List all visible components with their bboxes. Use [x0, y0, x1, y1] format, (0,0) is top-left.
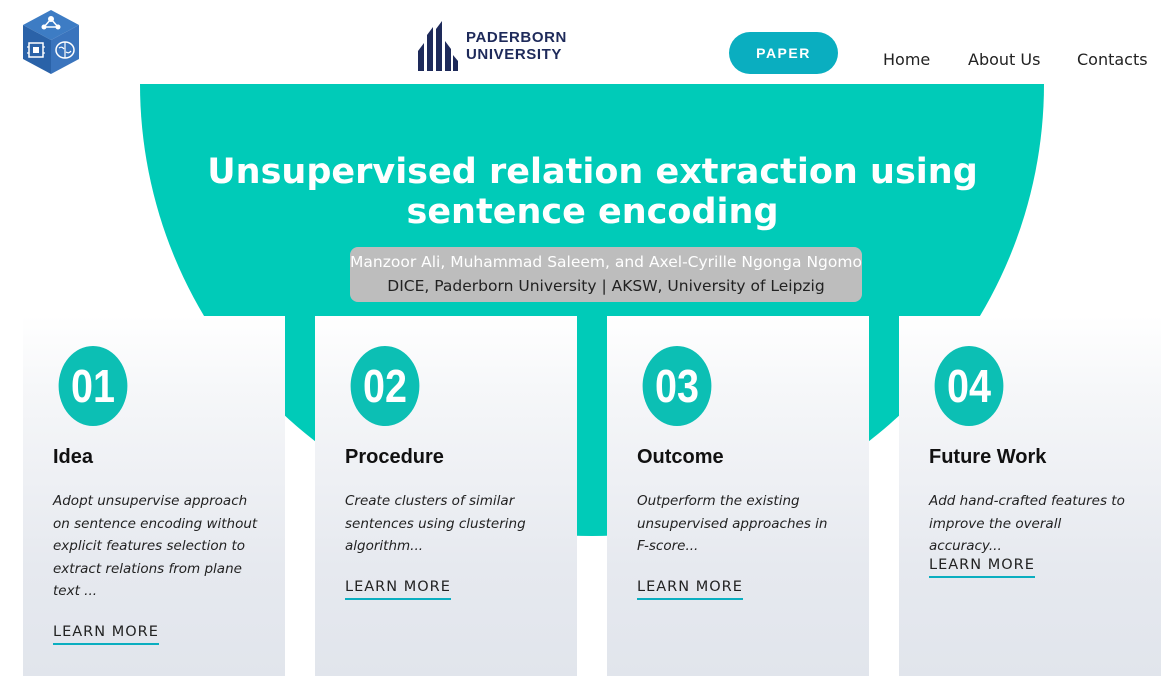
paper-button[interactable]: PAPER — [729, 32, 838, 74]
hero-title-line1: Unsupervised relation extraction using — [207, 152, 978, 192]
university-name: PADERBORN UNIVERSITY — [466, 29, 567, 63]
nav-contacts[interactable]: Contacts — [1077, 50, 1148, 69]
card-outcome: 03 Outcome Outperform the existing unsup… — [607, 316, 869, 676]
card-number-badge: 02 — [350, 346, 420, 426]
card-description: Outperform the existing unsupervised app… — [637, 493, 828, 554]
card-title: Future Work — [929, 446, 1047, 468]
hero-title: Unsupervised relation extraction using s… — [170, 152, 1015, 232]
card-description: Add hand-crafted features to improve the… — [929, 493, 1125, 554]
page: PADERBORN UNIVERSITY PAPER Home About Us… — [0, 0, 1175, 685]
university-emblem-icon — [418, 21, 458, 71]
learn-more-link[interactable]: LEARN MORE — [53, 624, 159, 645]
card-title: Outcome — [637, 446, 724, 468]
authors-box: Manzoor Ali, Muhammad Saleem, and Axel-C… — [350, 247, 862, 302]
card-title: Idea — [53, 446, 94, 468]
site-logo[interactable] — [20, 8, 82, 76]
card-number-badge: 04 — [934, 346, 1004, 426]
card-procedure: 02 Procedure Create clusters of similar … — [315, 316, 577, 676]
nav-home[interactable]: Home — [883, 50, 930, 69]
authors-names: Manzoor Ali, Muhammad Saleem, and Axel-C… — [350, 253, 862, 271]
university-name-line1: PADERBORN — [466, 29, 567, 46]
nav-about-us[interactable]: About Us — [968, 50, 1040, 69]
learn-more-link[interactable]: LEARN MORE — [637, 579, 743, 600]
card-title: Procedure — [345, 446, 444, 468]
authors-affiliation: DICE, Paderborn University | AKSW, Unive… — [387, 277, 825, 295]
learn-more-link[interactable]: LEARN MORE — [345, 579, 451, 600]
card-description: Create clusters of similar sentences usi… — [345, 493, 526, 554]
learn-more-link[interactable]: LEARN MORE — [929, 557, 1035, 578]
card-future-work: 04 Future Work Add hand-crafted features… — [899, 316, 1161, 676]
dice-cube-icon — [23, 10, 79, 74]
university-logo[interactable]: PADERBORN UNIVERSITY — [418, 20, 567, 72]
card-number-badge: 01 — [58, 346, 128, 426]
university-name-line2: UNIVERSITY — [466, 46, 563, 63]
card-idea: 01 Idea Adopt unsupervise approach on se… — [23, 316, 285, 676]
card-number-badge: 03 — [642, 346, 712, 426]
hero-title-line2: sentence encoding — [406, 192, 779, 232]
card-description: Adopt unsupervise approach on sentence e… — [53, 493, 258, 599]
